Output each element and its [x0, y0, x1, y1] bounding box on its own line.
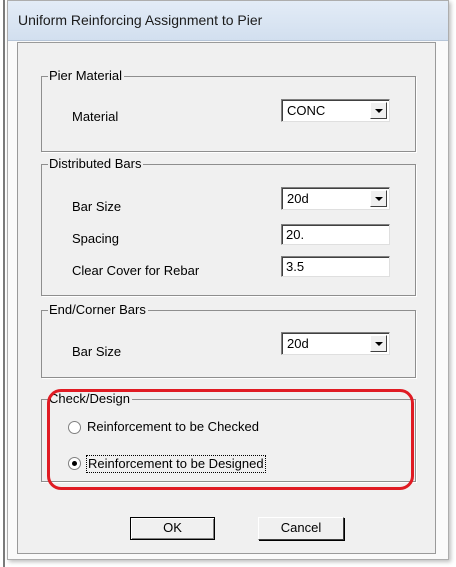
cancel-button[interactable]: Cancel [258, 517, 344, 540]
end-bar-size-label: Bar Size [72, 344, 122, 359]
material-select[interactable]: CONC [281, 99, 390, 122]
clear-cover-label: Clear Cover for Rebar [72, 263, 200, 278]
background-window-edge [3, 0, 5, 567]
chevron-down-icon[interactable] [370, 335, 387, 352]
distributed-bars-group: Distributed Bars Bar Size 20d Spacing 20… [41, 156, 416, 296]
pier-material-legend: Pier Material [48, 68, 124, 84]
distributed-bars-legend: Distributed Bars [48, 156, 144, 172]
spacing-input[interactable]: 20. [281, 224, 390, 245]
bar-size-label: Bar Size [72, 199, 122, 214]
end-corner-bars-legend: End/Corner Bars [48, 302, 148, 318]
distributed-bar-size-value: 20d [287, 191, 309, 206]
chevron-down-icon[interactable] [370, 190, 387, 207]
ok-button[interactable]: OK [130, 517, 215, 540]
pier-material-group: Pier Material Material CONC [41, 68, 416, 152]
end-bar-size-value: 20d [287, 336, 309, 351]
chevron-down-icon[interactable] [370, 102, 387, 119]
end-bar-size-select[interactable]: 20d [281, 332, 390, 355]
material-label: Material [72, 109, 119, 124]
spacing-value: 20. [286, 227, 305, 242]
material-value: CONC [287, 103, 326, 118]
clear-cover-value: 3.5 [286, 259, 305, 274]
distributed-bar-size-select[interactable]: 20d [281, 187, 390, 210]
end-corner-bars-group: End/Corner Bars Bar Size 20d [41, 302, 416, 378]
clear-cover-input[interactable]: 3.5 [281, 256, 390, 277]
dialog-title: Uniform Reinforcing Assignment to Pier [18, 12, 263, 28]
highlight-annotation [47, 389, 414, 490]
spacing-label: Spacing [72, 231, 119, 246]
title-bar[interactable]: Uniform Reinforcing Assignment to Pier [8, 1, 448, 41]
